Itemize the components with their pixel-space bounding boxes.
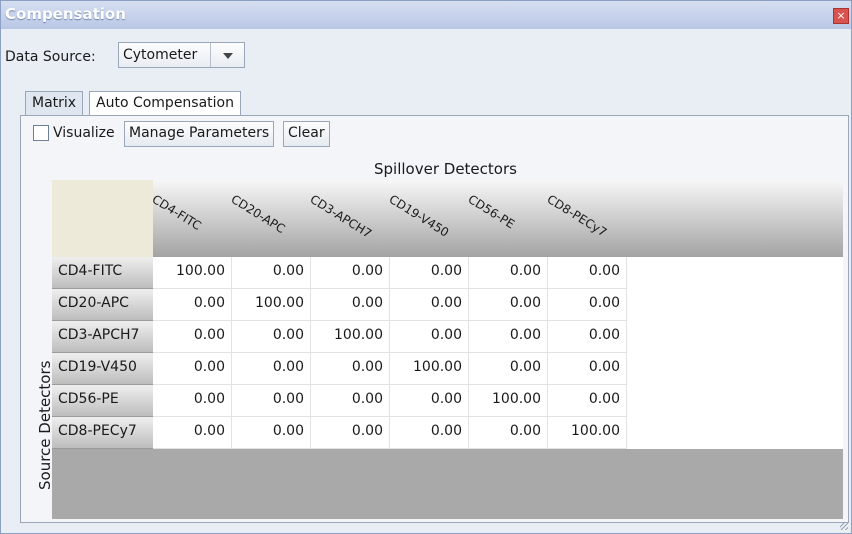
matrix-cell[interactable]: 0.00 <box>548 385 627 417</box>
matrix-cell[interactable]: 0.00 <box>153 353 232 385</box>
matrix-cell[interactable]: 0.00 <box>469 321 548 353</box>
column-header: CD20-APC <box>228 180 311 257</box>
data-source-value: Cytometer <box>123 47 198 63</box>
matrix-cell[interactable]: 0.00 <box>232 353 311 385</box>
matrix-cell[interactable]: 0.00 <box>469 417 548 449</box>
matrix-cell[interactable]: 0.00 <box>548 353 627 385</box>
column-header-label: CD19-V450 <box>386 192 452 240</box>
matrix-cell[interactable]: 0.00 <box>548 321 627 353</box>
chevron-down-icon[interactable] <box>210 43 245 67</box>
visualize-checkbox[interactable] <box>33 125 49 141</box>
matrix-cell[interactable]: 0.00 <box>311 353 390 385</box>
resize-grip-icon[interactable] <box>840 522 848 530</box>
visualize-label[interactable]: Visualize <box>53 125 115 141</box>
matrix-cell[interactable]: 0.00 <box>548 257 627 289</box>
table-row: CD56-PE 0.00 0.00 0.00 0.00 100.00 0.00 <box>52 385 843 417</box>
source-detectors-axis: Source Detectors <box>21 180 54 519</box>
row-header: CD3-APCH7 <box>52 321 153 353</box>
matrix-cell[interactable]: 100.00 <box>311 321 390 353</box>
matrix-cell[interactable]: 0.00 <box>311 417 390 449</box>
column-header: CD3-APCH7 <box>307 180 390 257</box>
row-header: CD4-FITC <box>52 257 153 289</box>
column-header: CD8-PECy7 <box>544 180 627 257</box>
matrix-cell[interactable]: 0.00 <box>548 289 627 321</box>
column-header: CD56-PE <box>465 180 548 257</box>
matrix-cell[interactable]: 0.00 <box>390 417 469 449</box>
compensation-window: Compensation × Data Source: Cytometer Ma… <box>0 0 852 534</box>
matrix-cell[interactable]: 0.00 <box>390 385 469 417</box>
table-row: CD3-APCH7 0.00 0.00 100.00 0.00 0.00 0.00 <box>52 321 843 353</box>
table-row: CD8-PECy7 0.00 0.00 0.00 0.00 0.00 100.00 <box>52 417 843 449</box>
matrix-cell[interactable]: 0.00 <box>153 289 232 321</box>
matrix-cell[interactable]: 0.00 <box>153 321 232 353</box>
row-header: CD19-V450 <box>52 353 153 385</box>
compensation-matrix-grid: CD4-FITC CD20-APC CD3-APCH7 CD19-V450 CD56-P… <box>52 180 843 519</box>
matrix-cell[interactable]: 100.00 <box>153 257 232 289</box>
matrix-toolbar: Visualize Manage Parameters Clear <box>21 119 847 153</box>
tab-auto-compensation[interactable]: Auto Compensation <box>89 91 241 115</box>
row-header: CD56-PE <box>52 385 153 417</box>
matrix-cell[interactable]: 0.00 <box>469 289 548 321</box>
data-source-dropdown[interactable]: Cytometer <box>118 42 245 68</box>
row-header: CD8-PECy7 <box>52 417 153 449</box>
table-row: CD19-V450 0.00 0.00 0.00 100.00 0.00 0.00 <box>52 353 843 385</box>
manage-parameters-button[interactable]: Manage Parameters <box>124 121 275 147</box>
data-source-label: Data Source: <box>5 49 96 65</box>
column-header-label: CD56-PE <box>465 192 518 232</box>
title-bar: Compensation × <box>1 1 851 29</box>
matrix-cell[interactable]: 0.00 <box>153 417 232 449</box>
matrix-cell[interactable]: 0.00 <box>232 385 311 417</box>
column-header-label: CD4-FITC <box>149 192 204 234</box>
close-icon[interactable]: × <box>833 8 849 24</box>
row-header: CD20-APC <box>52 289 153 321</box>
matrix-cell[interactable]: 0.00 <box>469 257 548 289</box>
table-row: CD20-APC 0.00 100.00 0.00 0.00 0.00 0.00 <box>52 289 843 321</box>
column-header-label: CD20-APC <box>228 192 288 237</box>
clear-button[interactable]: Clear <box>283 121 330 147</box>
matrix-cell[interactable]: 0.00 <box>153 385 232 417</box>
matrix-cell[interactable]: 100.00 <box>548 417 627 449</box>
matrix-cell[interactable]: 100.00 <box>232 289 311 321</box>
matrix-cell[interactable]: 0.00 <box>232 417 311 449</box>
matrix-cell[interactable]: 0.00 <box>311 385 390 417</box>
matrix-cell[interactable]: 0.00 <box>232 321 311 353</box>
matrix-cell[interactable]: 0.00 <box>390 257 469 289</box>
matrix-cell[interactable]: 0.00 <box>311 289 390 321</box>
matrix-cell[interactable]: 0.00 <box>390 321 469 353</box>
matrix-cell[interactable]: 0.00 <box>311 257 390 289</box>
matrix-cell[interactable]: 0.00 <box>232 257 311 289</box>
matrix-cell[interactable]: 0.00 <box>469 353 548 385</box>
column-header-label: CD3-APCH7 <box>307 192 375 241</box>
window-title: Compensation <box>5 5 126 23</box>
spillover-detectors-label: Spillover Detectors <box>374 160 517 178</box>
column-header-label: CD8-PECy7 <box>544 192 610 240</box>
column-header: CD4-FITC <box>149 180 232 257</box>
matrix-corner-cell <box>52 180 153 257</box>
column-header: CD19-V450 <box>386 180 469 257</box>
matrix-cell[interactable]: 100.00 <box>390 353 469 385</box>
matrix-cell[interactable]: 0.00 <box>390 289 469 321</box>
matrix-cell[interactable]: 100.00 <box>469 385 548 417</box>
tab-matrix[interactable]: Matrix <box>25 91 84 115</box>
table-row: CD4-FITC 100.00 0.00 0.00 0.00 0.00 0.00 <box>52 257 843 289</box>
